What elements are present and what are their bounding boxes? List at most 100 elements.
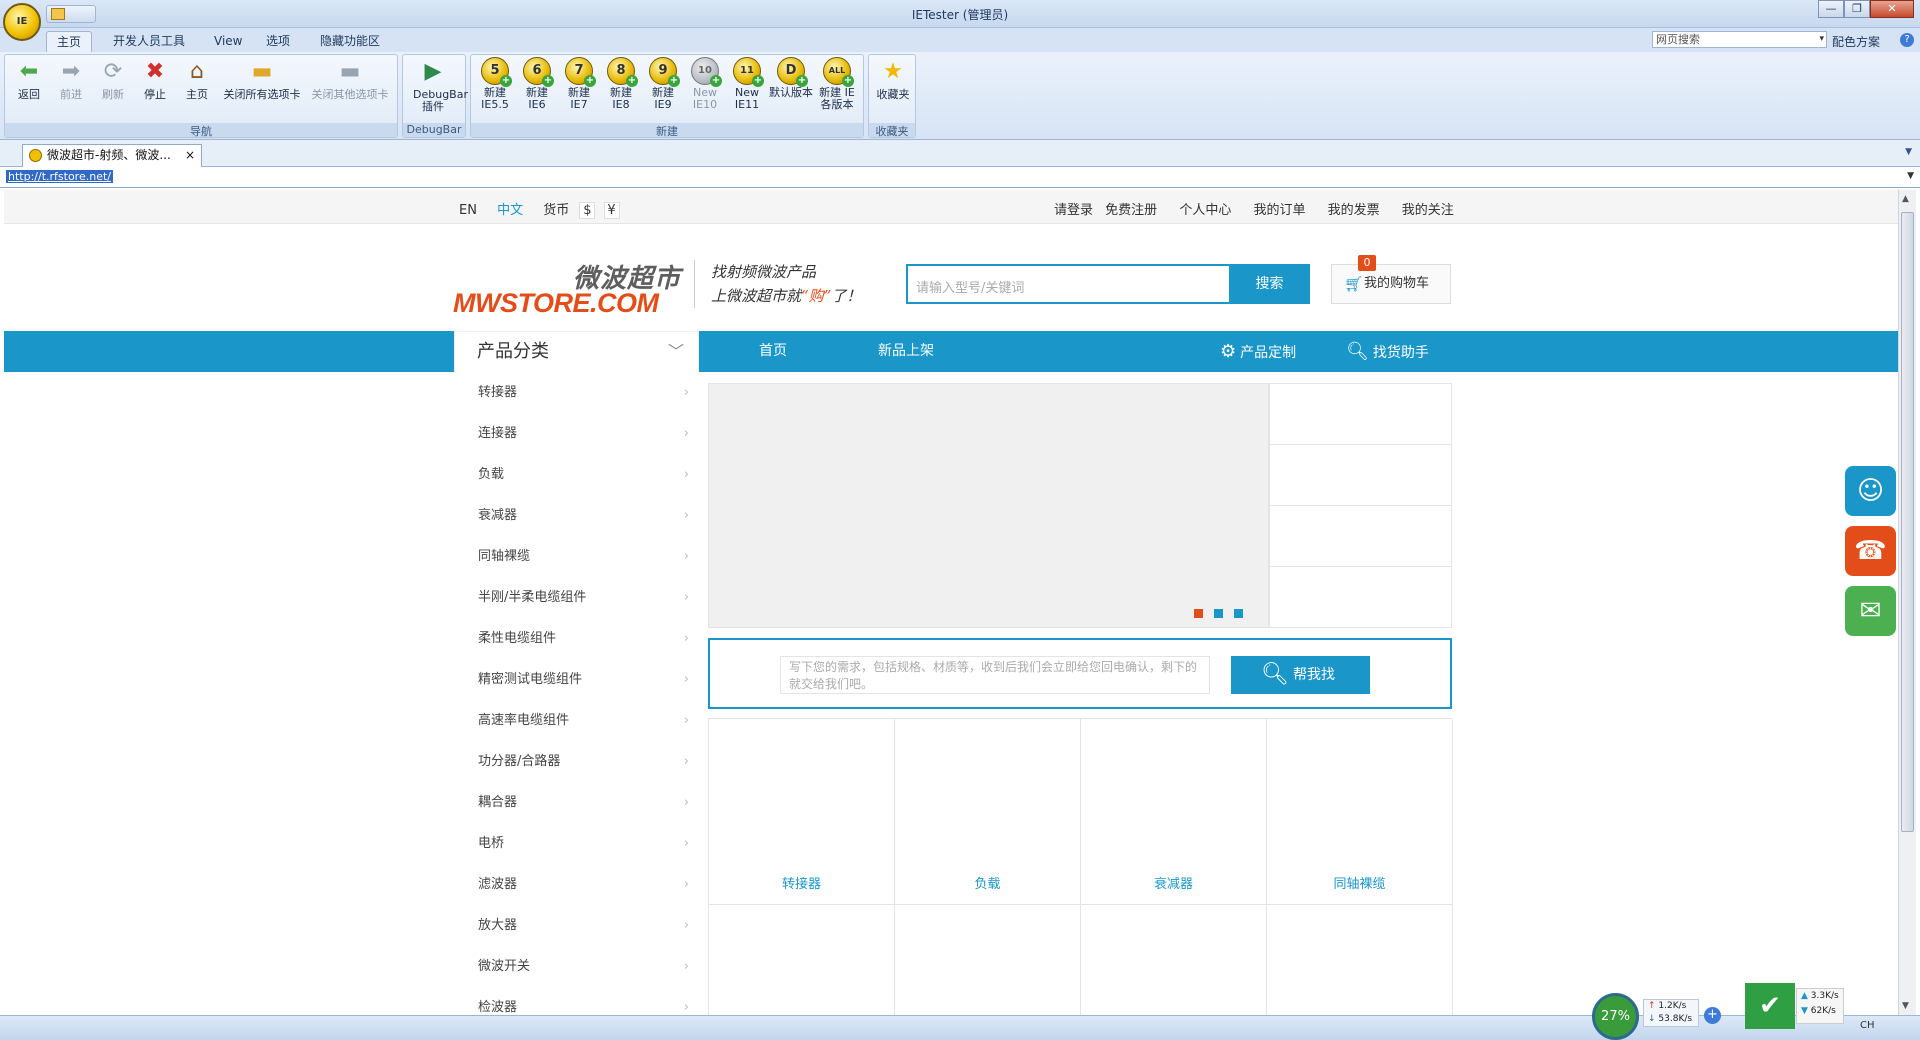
- help-icon[interactable]: ?: [1900, 33, 1914, 47]
- new-ie9-button[interactable]: 9 新建 IE9: [643, 57, 683, 123]
- site-search-input[interactable]: 请输入型号/关键词: [906, 264, 1229, 304]
- default-version-button[interactable]: D 默认版本: [769, 57, 813, 123]
- lang-cn-link[interactable]: 中文: [497, 203, 523, 218]
- phone-button[interactable]: ☎: [1845, 526, 1896, 576]
- close-all-tabs-button[interactable]: ▬ 关闭所有选项卡: [219, 57, 305, 123]
- grid-cell[interactable]: [1081, 905, 1267, 1015]
- category-item[interactable]: 精密测试电缆组件 ›: [454, 659, 699, 700]
- security-check-icon[interactable]: ✔: [1745, 983, 1795, 1029]
- close-button[interactable]: ✕: [1870, 0, 1914, 18]
- banner-dot[interactable]: [1214, 609, 1223, 618]
- close-other-tabs-button[interactable]: ▬ 关闭其他选项卡: [307, 57, 393, 123]
- login-link[interactable]: 请登录: [1054, 203, 1093, 218]
- tab-view[interactable]: View: [204, 31, 252, 52]
- category-item[interactable]: 放大器 ›: [454, 905, 699, 946]
- account-link[interactable]: 个人中心: [1179, 203, 1231, 218]
- forward-button[interactable]: ➡ 前进: [51, 57, 91, 123]
- follows-link[interactable]: 我的关注: [1402, 203, 1454, 218]
- new-ie8-button[interactable]: 8 新建 IE8: [601, 57, 641, 123]
- category-item[interactable]: 滤波器 ›: [454, 864, 699, 905]
- nav-new-arrivals[interactable]: 新品上架: [878, 331, 934, 372]
- wechat-button[interactable]: ✉: [1845, 586, 1896, 636]
- refresh-button[interactable]: ⟳ 刷新: [93, 57, 133, 123]
- grid-cell[interactable]: [1267, 905, 1453, 1015]
- stop-button[interactable]: ✖ 停止: [135, 57, 175, 123]
- chevron-down-icon[interactable]: ▼: [1905, 147, 1912, 157]
- nav-finder[interactable]: 🔍︎ 找货助手: [1346, 331, 1429, 372]
- scroll-down-icon[interactable]: ▼: [1902, 1001, 1909, 1011]
- debugbar-button[interactable]: ▶ DebugBar 插件: [413, 57, 468, 123]
- side-promo-item[interactable]: [1270, 445, 1451, 506]
- category-item[interactable]: 高速率电缆组件 ›: [454, 700, 699, 741]
- home-button[interactable]: ⌂ 主页: [177, 57, 217, 123]
- category-item[interactable]: 微波开关 ›: [454, 946, 699, 987]
- new-ie7-button[interactable]: 7 新建 IE7: [559, 57, 599, 123]
- category-item[interactable]: 半刚/半柔电缆组件 ›: [454, 577, 699, 618]
- nav-home[interactable]: 首页: [759, 331, 787, 372]
- grid-cell[interactable]: [709, 905, 895, 1015]
- category-item[interactable]: 检波器 ›: [454, 987, 699, 1015]
- request-textarea[interactable]: 写下您的需求，包括规格、材质等，收到后我们会立即给您回电确认，剩下的就交给我们吧…: [780, 656, 1210, 694]
- favorites-button[interactable]: ★ 收藏夹: [873, 57, 913, 123]
- cart-button[interactable]: 🛒︎ 0 我的购物车: [1331, 255, 1451, 304]
- category-item[interactable]: 电桥 ›: [454, 823, 699, 864]
- currency-cny[interactable]: ¥: [603, 202, 620, 219]
- orders-link[interactable]: 我的订单: [1253, 203, 1305, 218]
- side-promo-item[interactable]: [1270, 384, 1451, 445]
- ime-indicator[interactable]: CH: [1860, 1020, 1875, 1031]
- color-scheme-menu[interactable]: 配色方案: [1832, 33, 1880, 50]
- grid-cell-label[interactable]: 负载: [895, 873, 1080, 892]
- tab-home[interactable]: 主页: [46, 31, 93, 52]
- category-menu-header[interactable]: 产品分类 ﹀: [454, 331, 699, 372]
- new-all-ie-button[interactable]: ALL 新建 IE 各版本: [815, 57, 859, 123]
- chevron-down-icon[interactable]: ▾: [1819, 32, 1824, 47]
- close-tab-icon[interactable]: ×: [185, 145, 195, 166]
- banner-dot[interactable]: [1234, 609, 1243, 618]
- grid-cell[interactable]: 转接器: [709, 719, 895, 905]
- grid-cell-label[interactable]: 转接器: [709, 873, 894, 892]
- new-ie6-button[interactable]: 6 新建 IE6: [517, 57, 557, 123]
- banner-dot[interactable]: [1194, 609, 1203, 618]
- new-ie55-button[interactable]: 5 新建 IE5.5: [475, 57, 515, 123]
- category-item[interactable]: 衰减器 ›: [454, 495, 699, 536]
- site-logo[interactable]: 微波超市 MWSTORE.COM: [453, 258, 681, 318]
- restore-button[interactable]: ❐: [1844, 0, 1870, 18]
- category-item[interactable]: 转接器 ›: [454, 372, 699, 413]
- app-orb-button[interactable]: IE: [3, 3, 41, 41]
- new-ie11-button[interactable]: 11 New IE11: [727, 57, 767, 123]
- grid-cell[interactable]: 同轴裸缆: [1267, 719, 1453, 905]
- nav-customize[interactable]: ⚙ 产品定制: [1220, 331, 1296, 372]
- find-for-me-button[interactable]: 🔍︎ 帮我找: [1231, 656, 1370, 694]
- grid-cell-label[interactable]: 同轴裸缆: [1267, 873, 1452, 892]
- side-promo-item[interactable]: [1270, 567, 1451, 628]
- hero-banner[interactable]: [708, 383, 1269, 628]
- new-ie10-button[interactable]: 10 New IE10: [685, 57, 725, 123]
- qq-chat-button[interactable]: ☺: [1845, 466, 1896, 516]
- side-promo-item[interactable]: [1270, 506, 1451, 567]
- category-item[interactable]: 功分器/合路器 ›: [454, 741, 699, 782]
- scroll-thumb[interactable]: [1901, 212, 1914, 832]
- address-bar[interactable]: http://t.rfstore.net/ ▼: [0, 167, 1920, 188]
- network-monitor[interactable]: 27% ↑ 1.2K/s ↓ 53.8K/s +: [1592, 993, 1722, 1040]
- scroll-up-icon[interactable]: ▲: [1902, 194, 1909, 204]
- grid-cell[interactable]: 负载: [895, 719, 1081, 905]
- lang-en-link[interactable]: EN: [459, 203, 477, 218]
- web-search-box[interactable]: 网页搜索 ▾: [1652, 31, 1827, 48]
- tab-hide-ribbon[interactable]: 隐藏功能区: [310, 31, 390, 52]
- chevron-down-icon[interactable]: ▼: [1907, 171, 1914, 181]
- document-tab[interactable]: 微波超市-射频、微波... ×: [22, 144, 202, 167]
- grid-cell[interactable]: [895, 905, 1081, 1015]
- grid-cell[interactable]: 衰减器: [1081, 719, 1267, 905]
- tab-dev-tools[interactable]: 开发人员工具: [103, 31, 195, 52]
- vertical-scrollbar[interactable]: ▲ ▼: [1898, 190, 1916, 1015]
- back-button[interactable]: ⬅ 返回: [9, 57, 49, 123]
- add-icon[interactable]: +: [1704, 1007, 1721, 1024]
- minimize-button[interactable]: —: [1818, 0, 1844, 18]
- site-search-button[interactable]: 搜索: [1229, 264, 1310, 304]
- category-item[interactable]: 连接器 ›: [454, 413, 699, 454]
- category-item[interactable]: 柔性电缆组件 ›: [454, 618, 699, 659]
- invoices-link[interactable]: 我的发票: [1328, 203, 1380, 218]
- currency-usd[interactable]: $: [579, 202, 596, 219]
- address-url[interactable]: http://t.rfstore.net/: [6, 170, 113, 183]
- tab-options[interactable]: 选项: [256, 31, 300, 52]
